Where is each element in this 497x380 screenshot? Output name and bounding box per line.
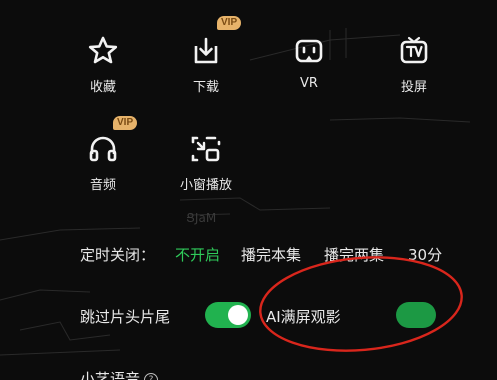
- voice-assistant-row[interactable]: 小艺语音?: [80, 368, 159, 380]
- annotation-circle: [259, 256, 463, 352]
- vr-icon: [295, 39, 323, 63]
- favorite-button[interactable]: 收藏: [68, 34, 138, 95]
- favorite-label: 收藏: [89, 80, 116, 95]
- mini-window-icon: [191, 136, 221, 162]
- svg-text:ՑJaM: ՑJaM: [186, 211, 216, 225]
- player-settings-panel: ՑJaM 收藏 VIP 下载 VR 投屏 VIP 音频 小窗播放 定时关闭： 不…: [0, 0, 497, 380]
- mini-window-label: 小窗播放: [179, 178, 232, 193]
- vr-button[interactable]: VR: [274, 34, 344, 91]
- cast-button[interactable]: 投屏: [379, 34, 449, 95]
- vip-badge: VIP: [113, 116, 138, 130]
- mini-window-button[interactable]: 小窗播放: [171, 132, 241, 193]
- download-icon: [194, 37, 218, 64]
- skip-intro-toggle[interactable]: [205, 302, 251, 328]
- vr-label: VR: [300, 76, 318, 91]
- vip-badge: VIP: [217, 16, 242, 30]
- download-label: 下载: [192, 80, 219, 95]
- timer-option-off[interactable]: 不开启: [175, 244, 220, 265]
- headphones-icon: [89, 136, 117, 162]
- tv-cast-icon: [400, 36, 428, 64]
- audio-button[interactable]: VIP 音频: [68, 116, 138, 193]
- toggle-knob: [228, 305, 248, 325]
- sleep-timer-label: 定时关闭：: [80, 246, 156, 264]
- voice-assistant-label: 小艺语音: [80, 370, 141, 380]
- help-icon[interactable]: ?: [144, 373, 159, 380]
- download-button[interactable]: VIP 下载: [171, 16, 242, 95]
- skip-intro-label: 跳过片头片尾: [80, 308, 171, 326]
- cast-label: 投屏: [400, 80, 427, 95]
- star-icon: [88, 36, 118, 64]
- audio-label: 音频: [89, 178, 116, 193]
